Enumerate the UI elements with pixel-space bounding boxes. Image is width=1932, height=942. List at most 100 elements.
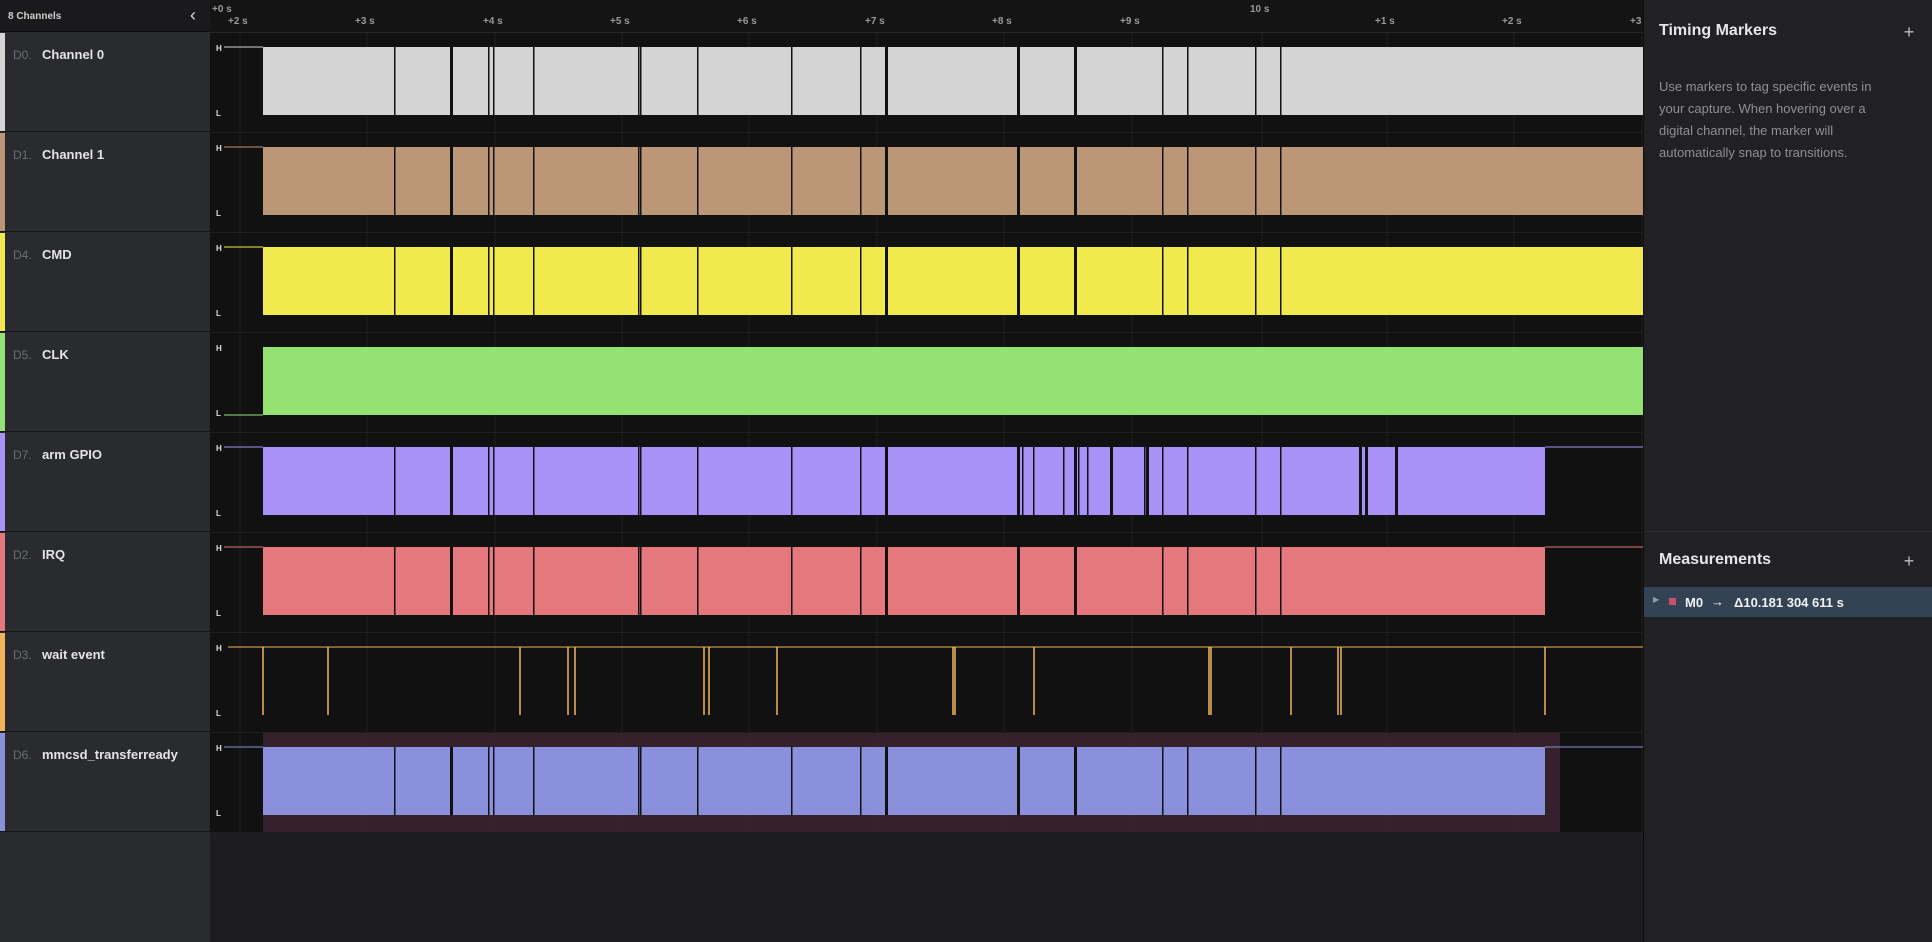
channel-name: CMD bbox=[42, 247, 72, 262]
signal-transition bbox=[1280, 447, 1282, 515]
chevron-left-icon: ‹ bbox=[190, 5, 196, 25]
signal-transition bbox=[1187, 147, 1189, 215]
channel-count-label: 8 Channels bbox=[8, 11, 62, 22]
waveform-area[interactable]: +0 s +2 s +3 s +4 s +5 s +6 s +7 s +8 s +9 s 10 … bbox=[210, 0, 1643, 942]
signal-transition bbox=[1255, 247, 1257, 315]
level-high-label: H bbox=[216, 744, 222, 753]
signal-transition bbox=[640, 747, 642, 815]
signal-transition bbox=[1074, 47, 1077, 115]
signal-transition bbox=[640, 447, 642, 515]
channel-panel-header: 8 Channels ‹ bbox=[0, 0, 210, 32]
signal-transition bbox=[488, 247, 490, 315]
signal-transition bbox=[1063, 447, 1065, 515]
channel-row[interactable]: D2. IRQ bbox=[0, 533, 210, 632]
timing-markers-section: Timing Markers + Use markers to tag spec… bbox=[1644, 0, 1932, 530]
signal-transition bbox=[697, 747, 699, 815]
signal-transition bbox=[791, 547, 793, 615]
signal-transition bbox=[533, 747, 535, 815]
signal-clock-band bbox=[263, 347, 1643, 415]
level-low-label: L bbox=[216, 709, 221, 718]
signal-transition bbox=[1144, 447, 1146, 515]
level-high-label: H bbox=[216, 244, 222, 253]
channel-name: IRQ bbox=[42, 547, 66, 562]
signal-transition bbox=[638, 747, 640, 815]
add-measurement-button[interactable]: + bbox=[1899, 551, 1919, 571]
signal-transition bbox=[488, 747, 490, 815]
signal-transition bbox=[1017, 447, 1020, 515]
signal-transition bbox=[1017, 147, 1020, 215]
signal-transition bbox=[1255, 47, 1257, 115]
channel-color-bar bbox=[0, 633, 5, 731]
channel-row[interactable]: D7. arm GPIO bbox=[0, 433, 210, 532]
add-marker-button[interactable]: + bbox=[1899, 22, 1919, 42]
signal-transition bbox=[1022, 447, 1024, 515]
channel-row[interactable]: D5. CLK bbox=[0, 333, 210, 432]
channel-name: mmcsd_transferready bbox=[42, 747, 178, 762]
signal-transition bbox=[1255, 747, 1257, 815]
expand-triangle-icon[interactable]: ▶ bbox=[1653, 595, 1659, 604]
signal-transition bbox=[1074, 247, 1077, 315]
signal-transition bbox=[886, 147, 888, 215]
waveform-canvas[interactable]: H L H L H L H L H L H L H L H L bbox=[210, 0, 1643, 942]
signal-transition bbox=[1359, 447, 1362, 515]
signal-transition bbox=[1017, 47, 1020, 115]
signal-transition bbox=[394, 147, 396, 215]
level-low-label: L bbox=[216, 609, 221, 618]
signal-transition bbox=[640, 47, 642, 115]
signal-transition bbox=[488, 147, 490, 215]
signal-transition bbox=[791, 47, 793, 115]
signal-transition bbox=[533, 447, 535, 515]
channel-color-bar bbox=[0, 133, 5, 231]
channel-row[interactable]: D0. Channel 0 bbox=[0, 33, 210, 132]
section-divider bbox=[1644, 531, 1932, 532]
signal-active-band bbox=[263, 147, 1643, 215]
arrow-right-icon: → bbox=[1711, 594, 1724, 609]
signal-transition bbox=[1074, 147, 1077, 215]
signal-transition bbox=[1280, 247, 1282, 315]
signal-transition bbox=[860, 47, 862, 115]
channel-index: D0. bbox=[13, 48, 32, 62]
signal-active-band bbox=[263, 447, 1545, 515]
signal-transition bbox=[697, 47, 699, 115]
level-high-label: H bbox=[216, 144, 222, 153]
signal-transition bbox=[394, 247, 396, 315]
signal-transition bbox=[533, 247, 535, 315]
level-low-label: L bbox=[216, 209, 221, 218]
level-high-label: H bbox=[216, 444, 222, 453]
signal-transition bbox=[1162, 147, 1164, 215]
signal-transition bbox=[860, 447, 862, 515]
channel-row[interactable]: D1. Channel 1 bbox=[0, 133, 210, 232]
signal-transition bbox=[640, 547, 642, 615]
signal-transition bbox=[1187, 747, 1189, 815]
signal-transition bbox=[860, 247, 862, 315]
measurements-title: Measurements bbox=[1659, 551, 1772, 568]
signal-transition bbox=[1280, 747, 1282, 815]
channel-row[interactable]: D4. CMD bbox=[0, 233, 210, 332]
signal-active-band bbox=[263, 747, 1545, 815]
signal-transition bbox=[791, 247, 793, 315]
signal-transition bbox=[886, 47, 888, 115]
signal-transition bbox=[1146, 447, 1149, 515]
signal-active-band bbox=[263, 547, 1545, 615]
signal-transition bbox=[1187, 547, 1189, 615]
signal-transition bbox=[493, 447, 495, 515]
signal-transition bbox=[1162, 747, 1164, 815]
signal-transition bbox=[791, 747, 793, 815]
signal-transition bbox=[1162, 547, 1164, 615]
signal-transition bbox=[493, 547, 495, 615]
signal-transition bbox=[1074, 747, 1077, 815]
signal-transition bbox=[886, 247, 888, 315]
signal-transition bbox=[1017, 547, 1020, 615]
channel-row[interactable]: D6. mmcsd_transferready bbox=[0, 733, 210, 832]
signal-transition bbox=[640, 247, 642, 315]
channel-index: D3. bbox=[13, 648, 32, 662]
measurement-row-m0[interactable]: ▶ M0 → Δ10.181 304 611 s bbox=[1644, 587, 1932, 617]
level-low-label: L bbox=[216, 809, 221, 818]
channel-color-bar bbox=[0, 333, 5, 431]
channel-row[interactable]: D3. wait event bbox=[0, 633, 210, 732]
collapse-panel-button[interactable]: ‹ bbox=[182, 4, 204, 28]
channel-name: Channel 1 bbox=[42, 147, 105, 162]
channel-name: Channel 0 bbox=[42, 47, 105, 62]
channel-color-bar bbox=[0, 233, 5, 331]
signal-active-band bbox=[263, 47, 1643, 115]
